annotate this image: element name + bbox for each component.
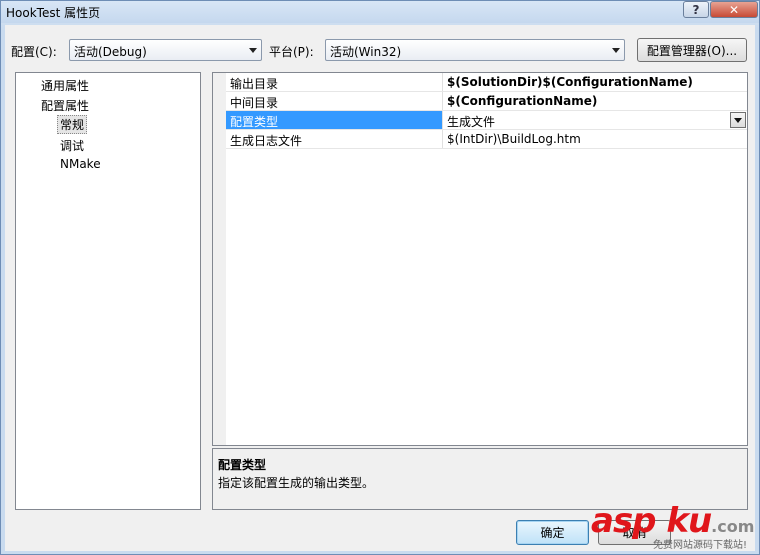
property-name: 输出目录 — [226, 73, 443, 91]
property-value[interactable]: $(SolutionDir)$(ConfigurationName) — [443, 73, 747, 91]
config-value: 活动(Debug) — [74, 45, 147, 59]
tree-item-config-properties[interactable]: 配置属性 — [38, 96, 92, 115]
dialog-client: 配置(C): 活动(Debug) 平台(P): 活动(Win32) 配置管理器(… — [5, 25, 755, 551]
watermark-brand: asp ku — [591, 501, 712, 541]
property-value[interactable]: 生成文件 — [443, 111, 747, 129]
help-button[interactable]: ? — [683, 1, 709, 18]
property-name: 中间目录 — [226, 92, 443, 110]
property-grid: 输出目录 $(SolutionDir)$(ConfigurationName) … — [212, 72, 748, 446]
close-icon: ✕ — [728, 2, 740, 17]
description-text: 指定该配置生成的输出类型。 — [218, 476, 375, 490]
grid-row-output-dir[interactable]: 输出目录 $(SolutionDir)$(ConfigurationName) — [226, 73, 747, 92]
watermark-tagline: 免费网站源码下载站! — [653, 540, 748, 551]
title-bar[interactable]: HookTest 属性页 ? ✕ — [1, 1, 759, 23]
grid-row-intermediate-dir[interactable]: 中间目录 $(ConfigurationName) — [226, 92, 747, 111]
tree-item-debugging[interactable]: 调试 — [57, 136, 87, 155]
property-tree: 通用属性 配置属性 常规 调试 NMake — [15, 72, 201, 510]
ok-button[interactable]: 确定 — [516, 520, 589, 545]
property-value[interactable]: $(IntDir)\BuildLog.htm — [443, 130, 747, 148]
watermark-logo: asp ku.com 免费网站源码下载站! — [591, 501, 755, 551]
platform-dropdown[interactable]: 活动(Win32) — [325, 39, 625, 61]
config-label: 配置(C): — [11, 45, 57, 59]
property-name: 生成日志文件 — [226, 130, 443, 148]
close-button[interactable]: ✕ — [710, 1, 758, 18]
platform-value: 活动(Win32) — [330, 45, 402, 59]
description-title: 配置类型 — [218, 458, 267, 472]
config-manager-button[interactable]: 配置管理器(O)... — [637, 38, 747, 62]
help-icon: ? — [692, 2, 700, 17]
property-name: 配置类型 — [226, 111, 443, 129]
tree-item-general[interactable]: 常规 — [57, 115, 88, 134]
chevron-down-icon — [612, 48, 620, 53]
dropdown-button[interactable] — [730, 112, 746, 128]
tree-item-nmake[interactable]: NMake — [57, 156, 104, 172]
chevron-down-icon — [249, 48, 257, 53]
window-title: HookTest 属性页 — [6, 6, 101, 20]
property-value[interactable]: $(ConfigurationName) — [443, 92, 747, 110]
grid-margin — [213, 73, 226, 445]
platform-label: 平台(P): — [269, 45, 314, 59]
dialog-window: HookTest 属性页 ? ✕ 配置(C): 活动(Debug) 平台(P):… — [0, 0, 760, 555]
grid-row-config-type[interactable]: 配置类型 生成文件 — [226, 111, 747, 130]
config-dropdown[interactable]: 活动(Debug) — [69, 39, 262, 61]
watermark-suffix: .com — [711, 517, 755, 536]
tree-item-common-properties[interactable]: 通用属性 — [38, 76, 92, 95]
grid-row-build-log[interactable]: 生成日志文件 $(IntDir)\BuildLog.htm — [226, 130, 747, 149]
